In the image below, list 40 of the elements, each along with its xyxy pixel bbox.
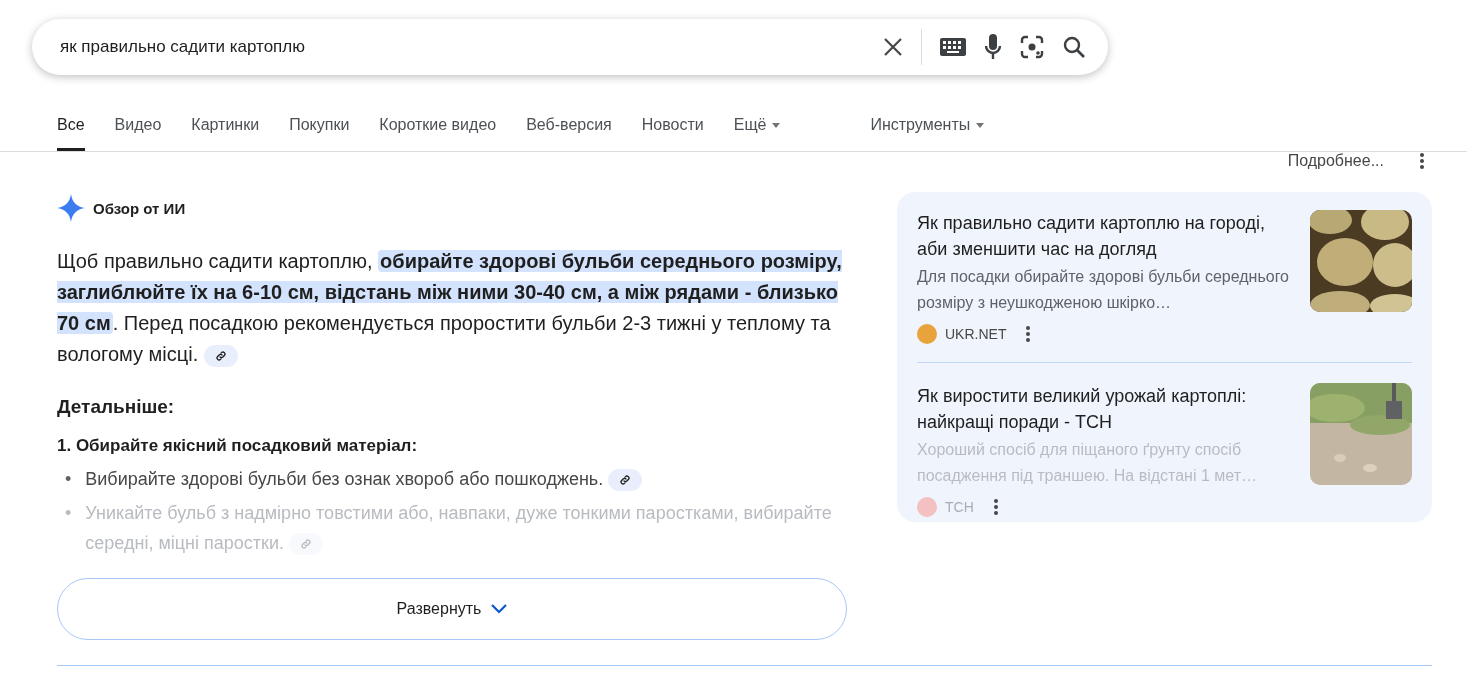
tools-button[interactable]: Инструменты: [870, 116, 985, 151]
microphone-icon[interactable]: [984, 34, 1002, 60]
tab[interactable]: Ещё: [733, 116, 781, 151]
tab[interactable]: Новости: [641, 116, 704, 151]
more-icon[interactable]: [993, 499, 998, 515]
tab[interactable]: Видео: [114, 116, 162, 151]
site-name: UKR.NET: [945, 326, 1007, 342]
search-field[interactable]: як правильно садити картоплю: [32, 19, 1108, 75]
tab[interactable]: Все: [57, 116, 85, 151]
tab[interactable]: Короткие видео: [379, 116, 497, 151]
source-title[interactable]: Як правильно садити картоплю на городі, аби зменшити час на догляд: [917, 210, 1292, 262]
bullet-item: Вибирайте здорові бульби без ознак хвороб або пошкоджень.: [85, 464, 643, 494]
overview-title: Обзор от ИИ: [93, 199, 186, 217]
source-title[interactable]: Як виростити великий урожай картоплі: найкращі поради - ТСН: [917, 383, 1292, 435]
keyboard-icon[interactable]: [940, 38, 966, 56]
link-icon[interactable]: [608, 469, 643, 492]
more-icon[interactable]: [1420, 153, 1424, 169]
bullet-marker: •: [65, 468, 72, 491]
link-icon[interactable]: [203, 344, 238, 367]
chevron-icon: [491, 604, 508, 614]
close-icon[interactable]: [883, 37, 903, 57]
expand-button[interactable]: Развернуть: [57, 578, 847, 640]
search-input[interactable]: як правильно садити картоплю: [58, 36, 883, 58]
summary-text: Щоб правильно садити картоплю, обирайте здорові бульби середнього розміру, заглиблюйте їх на 6-10 см, відстань між ними 30-40 см, а між рядами - близько 70 см. Перед посадкою рекомендується проростити бульби 2-3 тижні у теплому та вологому місці.: [57, 249, 843, 369]
section-heading: Детальніше:: [57, 396, 176, 418]
search-icon[interactable]: [1062, 35, 1086, 59]
more-link[interactable]: Подробнее...: [1287, 152, 1384, 170]
source-snippet: Для посадки обирайте здорові бульби середнього розміру з неушкодженою шкірко…: [917, 267, 1290, 313]
tab[interactable]: Веб-версия: [526, 116, 612, 151]
bullet-marker: •: [65, 502, 72, 525]
tab[interactable]: Покупки: [289, 116, 350, 151]
bullet-item: Уникайте бульб з надмірно товстими або, навпаки, дуже тонкими паростками, вибирайте середні, міцні паростки.: [85, 498, 847, 558]
caret-icon: [976, 122, 985, 128]
source-snippet: Хороший спосіб для піщаного ґрунту спосіб посадження під траншею. На відстані 1 мет…: [917, 440, 1258, 486]
camera-icon[interactable]: [1020, 35, 1044, 59]
tab[interactable]: Картинки: [191, 116, 260, 151]
step-heading: 1. Обирайте якісний посадковий матеріал:: [57, 436, 419, 456]
site-name: ТСН: [945, 499, 974, 515]
sparkle-icon: [57, 194, 85, 222]
more-icon[interactable]: [1026, 326, 1031, 342]
